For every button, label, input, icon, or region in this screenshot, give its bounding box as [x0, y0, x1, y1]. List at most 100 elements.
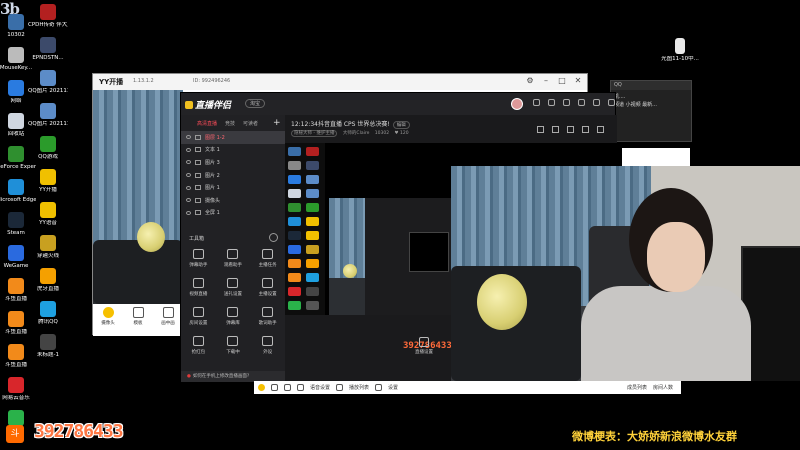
avatar[interactable]: [511, 98, 523, 110]
chat-icon[interactable]: [552, 126, 559, 133]
eye-icon[interactable]: [186, 147, 191, 152]
app-icon: [40, 235, 56, 251]
app-icon: [8, 245, 24, 261]
camera-button[interactable]: 摄像头: [96, 307, 120, 336]
desktop-icon[interactable]: CPDH传奇 伴大王: [28, 4, 68, 28]
desktop-icon[interactable]: EPNDSTN...: [28, 37, 68, 61]
captured-app-icon: [288, 147, 301, 156]
qq-titlebar[interactable]: QQ: [611, 81, 691, 90]
more-icon[interactable]: [269, 233, 278, 242]
desktop-icon[interactable]: QQ图片 20211101...: [28, 70, 68, 94]
tab-reader[interactable]: 可读者: [243, 120, 258, 127]
category-pill[interactable]: 隐秘大师 - 维护主播: [291, 130, 338, 137]
desktop-icon[interactable]: QQ游戏: [28, 136, 68, 160]
tab-hd-live[interactable]: 高清直播: [197, 120, 217, 127]
toolbox-item[interactable]: 主播设置: [250, 278, 285, 297]
tool-icon: [262, 278, 274, 288]
toolbox-item[interactable]: 弹幕助手: [181, 249, 216, 268]
shirt-icon[interactable]: [548, 99, 555, 106]
file-icon: [675, 38, 685, 54]
eye-icon[interactable]: [186, 198, 191, 203]
eye-icon[interactable]: [186, 160, 191, 165]
eye-icon[interactable]: [186, 210, 191, 215]
toolbox-item[interactable]: 观看助手: [216, 249, 251, 268]
desktop-icon[interactable]: 腾讯QQ: [28, 301, 68, 325]
bottom-toolbar: 语音设置 播放列表 设置 成员列表 房间人数: [254, 381, 681, 394]
layer-item[interactable]: 文本 1: [181, 144, 285, 157]
captured-app-icon: [306, 273, 319, 282]
gift-icon[interactable]: [537, 126, 544, 133]
template-icon: [132, 307, 144, 318]
message-icon[interactable]: [533, 99, 540, 106]
tool-label: 弹幕库: [226, 321, 240, 326]
toolbox-item[interactable]: 歌词助手: [250, 307, 285, 326]
minimize-icon[interactable]: [578, 99, 585, 106]
live-settings-button[interactable]: 直播设置: [411, 337, 437, 355]
weibo-banner: 微博梗表：大娇娇新浪微博水友群: [572, 430, 737, 443]
app-icon: [8, 278, 24, 294]
maximize-icon[interactable]: [593, 99, 600, 106]
layer-item[interactable]: 全屏 1: [181, 207, 285, 220]
toolbox-item[interactable]: 抢红包: [181, 336, 216, 355]
room-count[interactable]: 房间人数: [653, 384, 673, 391]
toolbox-item[interactable]: 送礼设置: [216, 278, 251, 297]
room-id-overlay: 392786433: [34, 421, 124, 442]
desktop-icon[interactable]: 虎牙直播: [28, 268, 68, 292]
white-panel: [622, 148, 690, 166]
toolbox-item[interactable]: 房间设置: [181, 307, 216, 326]
layer-item[interactable]: 图片 2: [181, 169, 285, 182]
minimize-icon[interactable]: –: [541, 76, 551, 86]
app-icon: [40, 103, 56, 119]
toolbox-item[interactable]: 外设: [250, 336, 285, 355]
desktop-icon[interactable]: YY开播: [28, 169, 68, 193]
toolbox-item[interactable]: 主播任务: [250, 249, 285, 268]
add-scene-icon[interactable]: +: [273, 118, 281, 128]
link-icon[interactable]: [597, 126, 604, 133]
layer-item[interactable]: 图片 1: [181, 181, 285, 194]
desktop-icon[interactable]: YY语音: [28, 202, 68, 226]
eye-icon[interactable]: [186, 135, 191, 140]
eye-icon[interactable]: [186, 185, 191, 190]
tool-icon: [262, 336, 274, 346]
desktop-icon[interactable]: QQ图片 20211101...: [28, 103, 68, 127]
platform-tag[interactable]: 淘宝: [245, 99, 266, 108]
volume-icon[interactable]: [271, 384, 278, 391]
tab-esports[interactable]: 竞技: [225, 120, 235, 127]
app-icon: [40, 136, 56, 152]
close-icon[interactable]: [608, 99, 615, 106]
member-list[interactable]: 成员列表: [627, 384, 647, 391]
settings-icon[interactable]: ⚙: [525, 76, 535, 86]
bell-icon[interactable]: [582, 126, 589, 133]
desktop-icon[interactable]: 未标题-1: [28, 334, 68, 358]
eye-icon[interactable]: [186, 173, 191, 178]
music-icon[interactable]: [336, 384, 344, 391]
desktop-icon[interactable]: 网易云音乐: [0, 377, 36, 401]
settings-icon[interactable]: [563, 99, 570, 106]
toolbox-item[interactable]: 下载中: [216, 336, 251, 355]
pip-button[interactable]: 画中画: [156, 307, 180, 336]
yy-titlebar[interactable]: YY开播 1.13.1.2 ID: 992496246 ⚙ – □ ✕: [93, 74, 587, 90]
share-icon[interactable]: [567, 126, 574, 133]
settings-link[interactable]: 设置: [388, 384, 398, 391]
template-button[interactable]: 模板: [126, 307, 150, 336]
app-icon: [40, 202, 56, 218]
toolbox-item[interactable]: 弹幕库: [216, 307, 251, 326]
maximize-icon[interactable]: □: [557, 76, 567, 86]
desktop-icon-image[interactable]: 光图11-10中...: [660, 38, 700, 62]
gear-icon[interactable]: [375, 384, 383, 391]
desktop-icon[interactable]: 穿越火线: [28, 235, 68, 259]
captured-app-icon: [288, 273, 301, 282]
layer-item[interactable]: 摄像头: [181, 194, 285, 207]
mic-icon[interactable]: [284, 384, 291, 391]
app-icon: [8, 179, 24, 195]
edit-title-button[interactable]: 编辑: [392, 121, 410, 129]
close-icon[interactable]: ✕: [573, 76, 583, 86]
voice-settings[interactable]: 语音设置: [310, 384, 330, 391]
nested-preview: [329, 198, 365, 315]
toolbox-item[interactable]: 视频直播: [181, 278, 216, 297]
layer-item[interactable]: 图片 3: [181, 156, 285, 169]
yy-icon[interactable]: [258, 384, 265, 391]
playlist[interactable]: 播放列表: [349, 384, 369, 391]
layer-item[interactable]: 图层 1-2: [181, 131, 285, 144]
mixer-icon[interactable]: [297, 384, 304, 391]
